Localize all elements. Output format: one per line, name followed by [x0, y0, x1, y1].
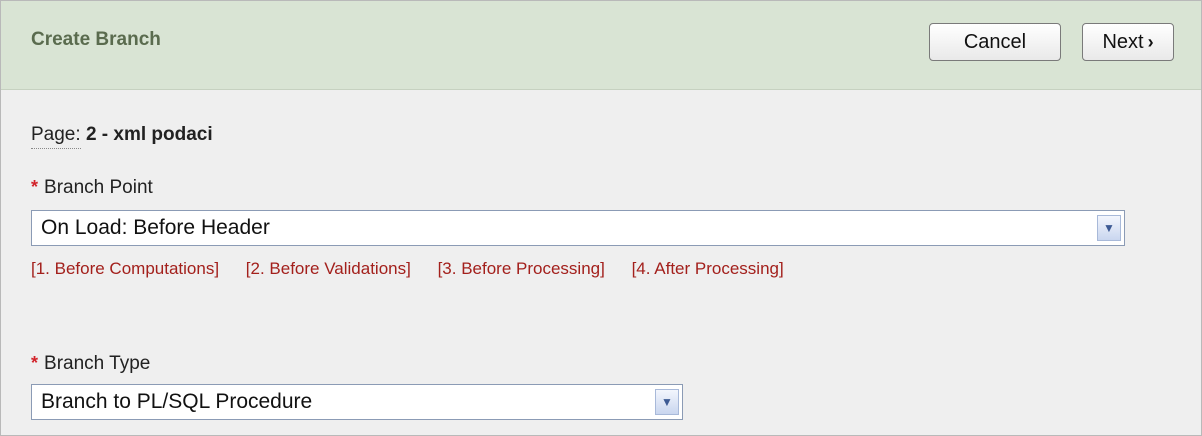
- page-label: Page:: [31, 124, 81, 149]
- region-title: Create Branch: [31, 29, 161, 50]
- branch-type-label: * Branch Type: [31, 353, 150, 375]
- required-icon: *: [31, 177, 39, 197]
- required-icon: *: [31, 353, 39, 373]
- branch-type-value: Branch to PL/SQL Procedure: [41, 390, 313, 413]
- next-button-label: Next: [1102, 30, 1144, 53]
- link-before-validations[interactable]: [2. Before Validations]: [246, 259, 411, 278]
- branch-point-select[interactable]: On Load: Before Header ▼: [31, 210, 1125, 246]
- chevron-down-icon[interactable]: ▼: [655, 389, 679, 415]
- cancel-button[interactable]: Cancel: [929, 23, 1061, 61]
- region-header: Create Branch Cancel Next ›: [1, 1, 1201, 90]
- page-info: Page: 2 - xml podaci: [31, 124, 213, 149]
- branch-type-select[interactable]: Branch to PL/SQL Procedure ▼: [31, 384, 683, 420]
- branch-point-quick-links: [1. Before Computations] [2. Before Vali…: [31, 259, 806, 279]
- link-before-processing[interactable]: [3. Before Processing]: [438, 259, 605, 278]
- branch-point-label: * Branch Point: [31, 177, 153, 199]
- branch-point-label-text: Branch Point: [44, 177, 153, 198]
- create-branch-panel: Create Branch Cancel Next › Page: 2 - xm…: [0, 0, 1202, 436]
- chevron-right-icon: ›: [1147, 31, 1154, 52]
- link-after-processing[interactable]: [4. After Processing]: [632, 259, 784, 278]
- branch-type-label-text: Branch Type: [44, 353, 151, 374]
- link-before-computations[interactable]: [1. Before Computations]: [31, 259, 219, 278]
- cancel-button-label: Cancel: [963, 30, 1027, 53]
- next-button[interactable]: Next ›: [1082, 23, 1174, 61]
- page-value: 2 - xml podaci: [85, 124, 213, 145]
- chevron-down-icon[interactable]: ▼: [1097, 215, 1121, 241]
- branch-point-value: On Load: Before Header: [41, 216, 270, 239]
